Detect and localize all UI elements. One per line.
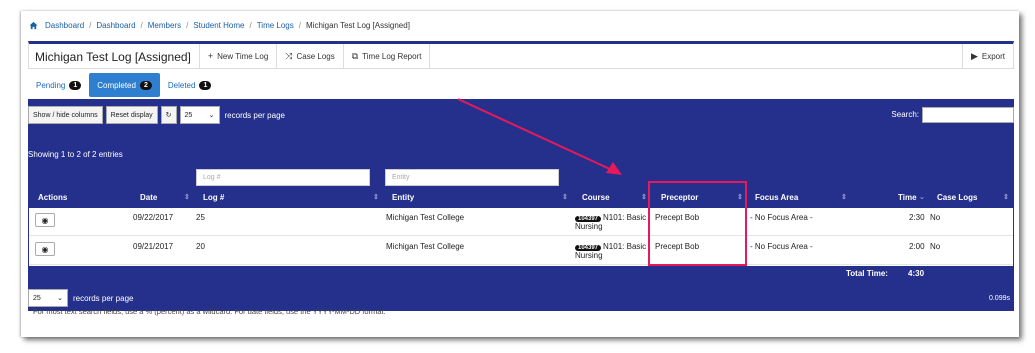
- annotation-arrow: [457, 98, 622, 175]
